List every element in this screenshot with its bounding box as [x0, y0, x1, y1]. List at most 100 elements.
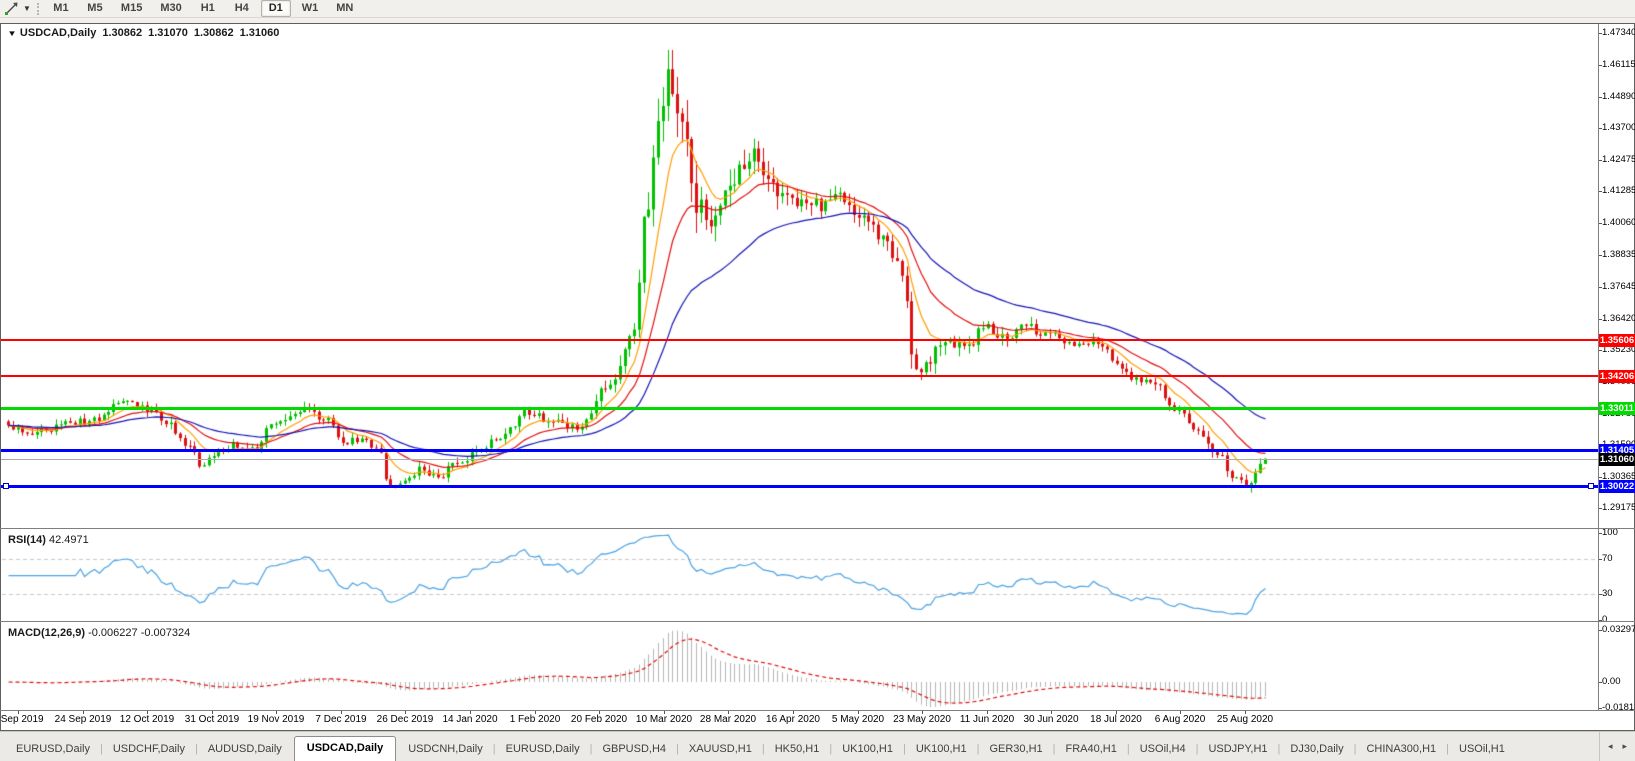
chart-tab-usdjpy-h1[interactable]: USDJPY,H1	[1198, 739, 1277, 761]
ohlc-high: 1.31070	[148, 27, 188, 39]
chart-tab-uk100-h1[interactable]: UK100,H1	[832, 739, 903, 761]
chart-tab-uk100-h1[interactable]: UK100,H1	[906, 739, 977, 761]
timeframe-button-m30[interactable]: M30	[153, 0, 188, 17]
time-tick-label: 11 Jun 2020	[959, 714, 1015, 725]
timeframe-toolbar: ▼ M1 M5 M15 M30 H1 H4 D1 W1 MN	[0, 0, 1635, 18]
macd-tick-label: 0.00	[1602, 676, 1621, 687]
chart-tab-hk50-h1[interactable]: HK50,H1	[765, 739, 830, 761]
tool-dropdown-caret-icon[interactable]: ▼	[23, 4, 31, 13]
price-tick-label: 1.44890	[1602, 91, 1635, 102]
main-rsi-separator[interactable]	[0, 528, 1635, 529]
current-price-line	[1, 459, 1598, 460]
tab-scroll-controls: ◂ ▸	[1598, 732, 1635, 761]
tab-scroll-right-button[interactable]: ▸	[1622, 741, 1627, 752]
chart-title-caret-icon: ▼	[7, 29, 17, 38]
chart-tab-fra40-h1[interactable]: FRA40,H1	[1056, 739, 1127, 761]
macd-name: MACD(12,26,9)	[8, 627, 86, 639]
time-tick-label: 10 Mar 2020	[635, 714, 693, 725]
chart-tab-bar: EURUSD,Daily | USDCHF,Daily | AUDUSD,Daily US…	[0, 731, 1635, 761]
price-level-label: 1.30022	[1599, 480, 1635, 493]
time-tick-label: 5 Sep 2019	[0, 714, 44, 725]
price-level-line-1.33011[interactable]	[1, 407, 1598, 410]
tab-scroll-left-button[interactable]: ◂	[1608, 741, 1613, 752]
macd-signal-value: -0.007324	[140, 627, 191, 639]
rsi-tick-label: 30	[1602, 588, 1613, 599]
price-tick-label: 1.46115	[1602, 59, 1635, 70]
macd-main-value: -0.006227	[88, 627, 138, 639]
time-tick-label: 12 Oct 2019	[119, 714, 175, 725]
ohlc-low: 1.30862	[193, 27, 234, 39]
rsi-tick-label: 70	[1602, 553, 1613, 564]
time-tick-label: 23 May 2020	[893, 714, 951, 725]
price-level-line-1.30022[interactable]	[1, 485, 1598, 488]
chart-tab-china300-h1[interactable]: CHINA300,H1	[1356, 739, 1446, 761]
toolbar-grip	[36, 2, 40, 15]
price-level-line-1.35606[interactable]	[1, 339, 1598, 341]
price-chart-canvas[interactable]	[0, 24, 1598, 710]
macd-label: MACD(12,26,9) -0.006227 -0.007324	[8, 627, 190, 639]
chart-tab-usdcnh-daily[interactable]: USDCNH,Daily	[398, 739, 493, 761]
timeframe-button-h4[interactable]: H4	[227, 0, 257, 17]
line-handle-right[interactable]	[1588, 483, 1594, 489]
time-tick-label: 16 Apr 2020	[766, 714, 820, 725]
chart-tab-usdchf-daily[interactable]: USDCHF,Daily	[103, 739, 195, 761]
rsi-value: 42.4971	[48, 534, 89, 546]
chart-tab-usoil-h4[interactable]: USOil,H4	[1130, 739, 1196, 761]
price-level-label: 1.33011	[1599, 402, 1635, 415]
chart-title: ▼ USDCAD,Daily 1.30862 1.31070 1.30862 1.3106…	[7, 27, 280, 39]
time-tick-label: 20 Feb 2020	[570, 714, 628, 725]
price-tick-label: 1.47340	[1602, 27, 1635, 38]
chart-tab-usdcad-daily[interactable]: USDCAD,Daily	[293, 736, 397, 761]
timeframe-buttons: M1 M5 M15 M30 H1 H4 D1 W1 MN	[46, 0, 360, 17]
ohlc-open: 1.30862	[102, 27, 143, 39]
chart-tab-ger30-h1[interactable]: GER30,H1	[979, 739, 1052, 761]
price-level-label: 1.34206	[1599, 370, 1635, 383]
timeframe-button-d1[interactable]: D1	[260, 0, 291, 17]
chart-tab-usoil-h1[interactable]: USOil,H1	[1449, 739, 1515, 761]
rsi-label: RSI(14) 42.4971	[8, 534, 89, 546]
time-tick-label: 31 Oct 2019	[184, 714, 240, 725]
time-tick-label: 26 Dec 2019	[376, 714, 434, 725]
current-price-label: 1.31060	[1599, 453, 1635, 466]
chart-time-separator	[0, 710, 1635, 711]
time-tick-label: 14 Jan 2020	[442, 714, 498, 725]
timeframe-button-w1[interactable]: W1	[295, 0, 326, 17]
time-tick-label: 28 Mar 2020	[699, 714, 757, 725]
ohlc-close: 1.31060	[239, 27, 280, 39]
chart-tab-audusd-daily[interactable]: AUDUSD,Daily	[198, 739, 292, 761]
time-tick-label: 5 May 2020	[831, 714, 885, 725]
chart-tab-eurusd-daily[interactable]: EURUSD,Daily	[6, 739, 100, 761]
timeframe-button-m15[interactable]: M15	[114, 0, 149, 17]
timeframe-button-mn[interactable]: MN	[329, 0, 360, 17]
price-level-line-1.34206[interactable]	[1, 375, 1598, 377]
time-tick-label: 19 Nov 2019	[247, 714, 305, 725]
mt4-application: ▼ M1 M5 M15 M30 H1 H4 D1 W1 MN ▼ USDCAD,Daily 1.30…	[0, 0, 1635, 761]
price-tick-label: 1.42475	[1602, 154, 1635, 165]
time-tick-label: 1 Feb 2020	[509, 714, 561, 725]
macd-tick-label: -0.01815	[1602, 702, 1635, 713]
timeframe-button-m5[interactable]: M5	[80, 0, 110, 17]
rsi-macd-separator[interactable]	[0, 621, 1635, 622]
macd-tick-label: 0.03297	[1602, 624, 1635, 635]
price-tick-label: 1.43700	[1602, 122, 1635, 133]
price-tick-label: 1.36420	[1602, 313, 1635, 324]
time-tick-label: 30 Jun 2020	[1023, 714, 1079, 725]
time-tick-label: 6 Aug 2020	[1154, 714, 1206, 725]
price-tick-label: 1.40060	[1602, 217, 1635, 228]
chart-tab-gbpusd-h4[interactable]: GBPUSD,H4	[592, 739, 676, 761]
time-tick-label: 7 Dec 2019	[315, 714, 367, 725]
timeframe-button-m1[interactable]: M1	[46, 0, 76, 17]
price-level-line-1.31405[interactable]	[1, 449, 1598, 452]
price-axis-line[interactable]	[1598, 24, 1599, 710]
chart-tab-eurusd-daily[interactable]: EURUSD,Daily	[496, 739, 590, 761]
rsi-name: RSI(14)	[8, 534, 46, 546]
line-studies-tool[interactable]: ▼	[0, 0, 35, 17]
line-handle-left[interactable]	[3, 483, 9, 489]
price-tick-label: 1.29175	[1602, 502, 1635, 513]
chart-tab-xauusd-h1[interactable]: XAUUSD,H1	[679, 739, 762, 761]
price-tick-label: 1.37645	[1602, 281, 1635, 292]
trendline-cursor-icon	[5, 2, 18, 15]
timeframe-button-h1[interactable]: H1	[193, 0, 223, 17]
chart-tab-dj30-daily[interactable]: DJ30,Daily	[1280, 739, 1353, 761]
chart-symbol-label: USDCAD,Daily	[19, 27, 97, 39]
